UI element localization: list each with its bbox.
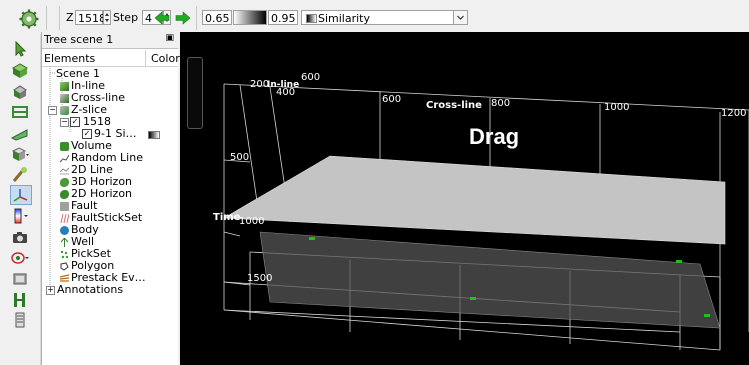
- step-label: Step: [113, 11, 139, 24]
- horizon-icon[interactable]: [10, 124, 30, 142]
- lower-slice[interactable]: [259, 231, 721, 329]
- tool-strip: [0, 34, 41, 365]
- toolbar-separator: [196, 6, 197, 30]
- colorbar-icon[interactable]: [10, 207, 30, 225]
- volume-icon[interactable]: [10, 145, 30, 163]
- horizon-3d-icon: [60, 178, 69, 187]
- checkbox-checked-icon[interactable]: ✓: [70, 117, 80, 127]
- view-icon[interactable]: [10, 249, 30, 267]
- inline-tick-600: 600: [301, 72, 321, 83]
- tree-item-annotations-label: Annotations: [57, 283, 124, 296]
- crossline-icon[interactable]: [10, 82, 30, 100]
- pointer-icon[interactable]: [10, 40, 30, 58]
- layers-icon[interactable]: [10, 311, 30, 329]
- pick-marker: [676, 260, 682, 263]
- pick-marker: [704, 314, 710, 317]
- z-value-field[interactable]: 1518: [75, 10, 106, 25]
- xl-tick-1200: 1200: [721, 108, 747, 119]
- crossline-icon: [60, 94, 69, 103]
- collapse-icon[interactable]: −: [48, 106, 57, 115]
- column-divider[interactable]: [145, 50, 146, 66]
- time-tick-500: 500: [230, 152, 250, 163]
- pick-icon[interactable]: [10, 166, 30, 184]
- inline-icon: [60, 82, 69, 91]
- zslice-plane[interactable]: [222, 155, 726, 245]
- tree-title: Tree scene 1: [44, 33, 114, 46]
- pickset-icon: [60, 250, 69, 259]
- tree-header: Elements Color: [42, 50, 180, 67]
- viewport-thumbwheel[interactable]: [187, 57, 203, 129]
- time-tick-1000: 1000: [239, 216, 265, 227]
- body-icon: [60, 226, 69, 235]
- time-axis-label: Time: [213, 212, 241, 223]
- prestack-icon: [60, 274, 69, 282]
- well-log-icon[interactable]: [10, 291, 30, 309]
- colorbar-gradient[interactable]: [233, 10, 267, 25]
- settings-icon[interactable]: [10, 270, 30, 288]
- xl-tick-600: 600: [382, 94, 402, 105]
- inline-icon[interactable]: [10, 61, 30, 79]
- expand-icon[interactable]: +: [46, 286, 55, 295]
- toolbar-separator: [46, 6, 47, 30]
- arrow-left-icon[interactable]: [154, 11, 170, 25]
- zslice-icon: [60, 106, 69, 115]
- axes-icon[interactable]: [10, 185, 32, 205]
- z-spinner[interactable]: [103, 10, 111, 25]
- snapshot-icon[interactable]: [10, 228, 30, 246]
- xl-tick-1000: 1000: [604, 102, 630, 113]
- xl-tick-800: 800: [491, 98, 511, 109]
- faultstick-icon: [60, 214, 69, 223]
- drag-label: Drag: [469, 124, 520, 149]
- column-color[interactable]: Color: [151, 52, 180, 65]
- attribute-select-value: Similarity: [318, 12, 371, 25]
- checkbox-checked-icon[interactable]: ✓: [82, 129, 92, 139]
- inline-tick-400: 400: [276, 87, 296, 98]
- clip-min-field[interactable]: 0.65: [202, 10, 232, 25]
- volume-icon: [60, 142, 69, 151]
- line-2d-icon: [60, 167, 69, 175]
- undock-icon[interactable]: ▣: [165, 33, 174, 43]
- well-icon: [60, 238, 69, 247]
- toolbar-separator: [59, 6, 60, 30]
- tree-panel: Tree scene 1 ▣ Elements Color Scene 1 In…: [41, 32, 180, 365]
- crossline-axis-label: Cross-line: [426, 100, 482, 111]
- collapse-icon[interactable]: −: [60, 118, 69, 127]
- horizon-2d-icon: [60, 190, 69, 199]
- clip-max-field[interactable]: 0.95: [268, 10, 298, 25]
- z-label: Z: [66, 11, 74, 24]
- scene-viewport[interactable]: 200 In-line 400 600 600 Cross-line 800 1…: [180, 32, 749, 365]
- polygon-icon: [60, 262, 69, 271]
- pick-marker: [470, 297, 476, 300]
- color-swatch[interactable]: [148, 131, 160, 139]
- colortable-swatch-icon: [306, 14, 317, 23]
- zslice-icon[interactable]: [10, 103, 30, 121]
- top-toolbar: Z 1518 Step 4 0.65 0.95 Similarity: [0, 0, 749, 34]
- time-tick-1500: 1500: [247, 273, 273, 284]
- column-elements[interactable]: Elements: [44, 52, 95, 65]
- arrow-right-icon[interactable]: [175, 11, 191, 25]
- gear-icon[interactable]: [18, 8, 40, 30]
- fault-icon: [60, 202, 69, 211]
- random-line-icon: [60, 154, 69, 163]
- attribute-select[interactable]: Similarity: [301, 10, 468, 25]
- chevron-down-icon[interactable]: [453, 11, 467, 24]
- tree-title-bar: Tree scene 1 ▣: [42, 32, 178, 49]
- pick-marker: [309, 237, 315, 240]
